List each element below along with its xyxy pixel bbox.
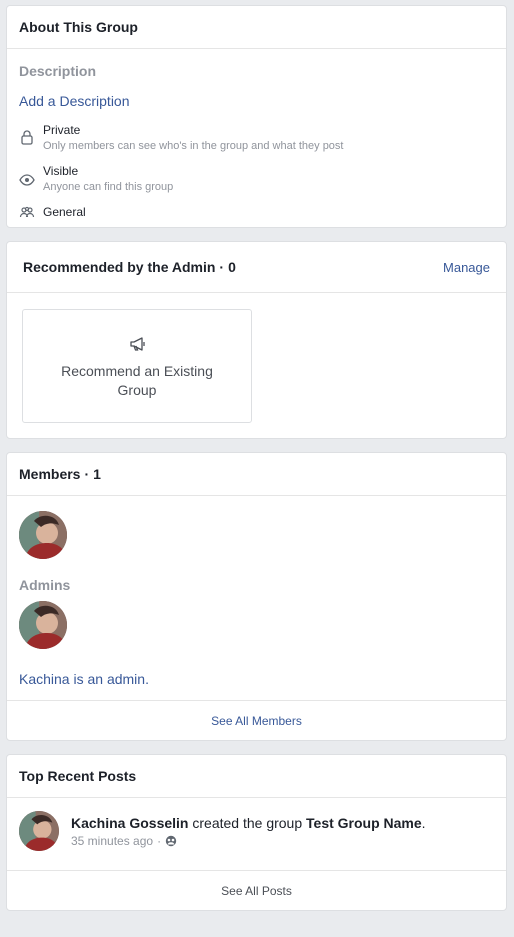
visibility-subtitle: Anyone can find this group bbox=[43, 181, 174, 193]
eye-icon bbox=[19, 172, 35, 188]
avatar[interactable] bbox=[19, 601, 67, 649]
description-label: Description bbox=[19, 63, 97, 79]
posts-card: Top Recent Posts Kachina Gosselin create… bbox=[6, 754, 507, 911]
post-line: Kachina Gosselin created the group Test … bbox=[71, 815, 426, 831]
recommended-header: Recommended by the Admin · 0 Manage bbox=[7, 242, 506, 293]
recommend-group-label: Recommend an Existing Group bbox=[61, 363, 213, 398]
privacy-title: Private bbox=[43, 123, 81, 137]
members-count: 1 bbox=[93, 466, 101, 482]
admins-label: Admins bbox=[19, 577, 71, 593]
members-card: Members · 1 Admins Kachina is an admin. … bbox=[6, 452, 507, 741]
posts-title: Top Recent Posts bbox=[7, 755, 506, 798]
visibility-title: Visible bbox=[43, 164, 79, 178]
post-timestamp-link[interactable]: 35 minutes ago bbox=[71, 834, 153, 848]
admin-note: Kachina is an admin. bbox=[19, 671, 149, 687]
avatar[interactable] bbox=[19, 811, 59, 851]
post-author-link[interactable]: Kachina Gosselin bbox=[71, 815, 188, 831]
avatar[interactable] bbox=[19, 511, 67, 559]
people-icon bbox=[19, 204, 35, 220]
post-action-text: created the group bbox=[192, 815, 303, 831]
add-description-link[interactable]: Add a Description bbox=[19, 93, 130, 109]
recommended-title: Recommended by the Admin bbox=[23, 259, 216, 275]
post-group-link[interactable]: Test Group Name bbox=[306, 815, 422, 831]
post-meta: 35 minutes ago · bbox=[71, 834, 177, 848]
post-period: . bbox=[421, 815, 426, 831]
about-card: About This Group Description Add a Descr… bbox=[6, 5, 507, 228]
recommended-card: Recommended by the Admin · 0 Manage Reco… bbox=[6, 241, 507, 439]
audience-icon bbox=[165, 835, 177, 847]
see-all-members-link[interactable]: See All Members bbox=[7, 714, 506, 728]
megaphone-icon bbox=[128, 334, 148, 354]
members-header: Members · 1 bbox=[7, 453, 506, 496]
recommend-group-tile[interactable]: Recommend an Existing Group bbox=[22, 309, 252, 423]
lock-icon bbox=[19, 129, 35, 145]
see-all-posts-link[interactable]: See All Posts bbox=[7, 884, 506, 898]
category-label: General bbox=[43, 205, 86, 219]
recommended-count: 0 bbox=[228, 259, 236, 275]
about-title: About This Group bbox=[7, 6, 506, 49]
manage-link[interactable]: Manage bbox=[443, 260, 490, 275]
privacy-subtitle: Only members can see who's in the group … bbox=[43, 140, 344, 152]
members-title: Members bbox=[19, 466, 81, 482]
